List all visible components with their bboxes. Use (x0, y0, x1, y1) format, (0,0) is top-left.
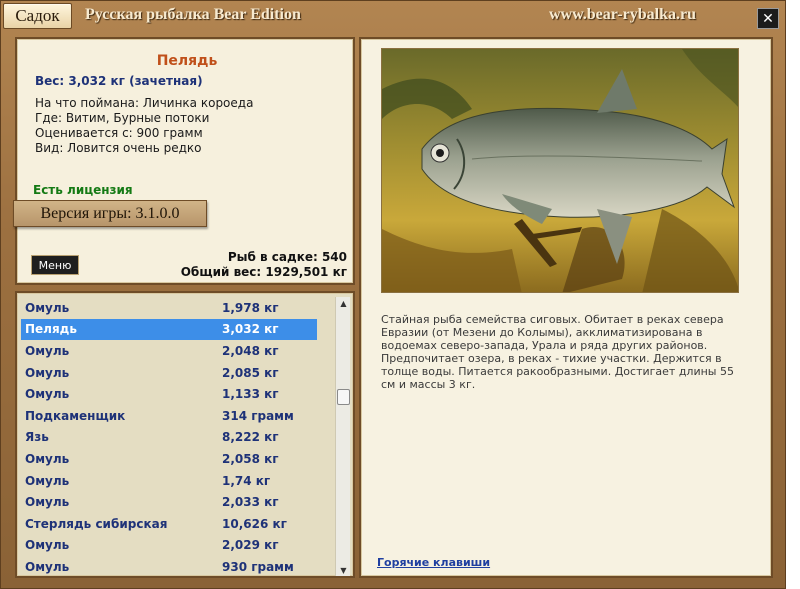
catch-fish-weight: 1,978 кг (222, 300, 279, 315)
fish-description: Стайная рыба семейства сиговых. Обитает … (381, 313, 734, 391)
menu-button[interactable]: Меню (31, 255, 79, 275)
detail-location: Где: Витим, Бурные потоки (35, 111, 210, 125)
site-url: www.bear-rybalka.ru (549, 6, 696, 23)
catch-fish-weight: 2,058 кг (222, 451, 279, 466)
catch-list-row[interactable]: Омуль 930 грамм (21, 556, 317, 576)
catch-fish-name: Подкаменщик (25, 408, 126, 423)
catch-fish-name: Омуль (25, 538, 70, 553)
catch-fish-weight: 8,222 кг (222, 430, 279, 445)
catch-list-row[interactable]: Подкаменщик 314 грамм (21, 405, 317, 427)
catch-list-panel: Омуль 1,978 кг Пелядь 3,032 кг Омуль 2,048 кг… (15, 291, 355, 578)
total-weight: Общий вес: 1929,501 кг (180, 265, 347, 279)
catch-list-row[interactable]: Омуль 2,085 кг (21, 362, 317, 384)
app-window: Садок Русская рыбалка Bear Edition www.b… (0, 0, 786, 589)
fish-details: На что поймана: Личинка короеда Где: Вит… (35, 96, 253, 156)
scroll-thumb[interactable] (337, 389, 350, 405)
keepnet-stats: Рыб в садке: 540 Общий вес: 1929,501 кг (181, 250, 347, 280)
catch-fish-weight: 2,033 кг (222, 495, 279, 510)
catch-fish-weight: 10,626 кг (222, 516, 287, 531)
catch-fish-name: Омуль (25, 365, 70, 380)
catch-list-row[interactable]: Омуль 2,058 кг (21, 448, 317, 470)
catch-list-row[interactable]: Омуль 1,74 кг (21, 470, 317, 492)
title-bar: Садок Русская рыбалка Bear Edition www.b… (1, 1, 787, 33)
catch-list-row[interactable]: Язь 8,222 кг (21, 427, 317, 449)
catch-fish-name: Язь (25, 430, 49, 445)
catch-fish-name: Омуль (25, 451, 70, 466)
catch-fish-name: Омуль (25, 300, 70, 315)
catch-fish-name: Омуль (25, 343, 70, 358)
catch-fish-weight: 3,032 кг (222, 322, 279, 337)
catch-list-row[interactable]: Пелядь 3,032 кг (21, 318, 317, 341)
catch-list-row[interactable]: Стерлядь сибирская 10,626 кг (21, 513, 317, 535)
catch-list-row[interactable]: Омуль 1,133 кг (21, 383, 317, 405)
fish-info-panel: Пелядь Вес: 3,032 кг (зачетная) На что п… (13, 37, 355, 285)
sadok-button[interactable]: Садок (3, 3, 72, 29)
fish-count: Рыб в садке: 540 (227, 250, 347, 264)
hotkeys-link[interactable]: Горячие клавиши (377, 556, 490, 569)
close-icon: ✕ (762, 10, 774, 27)
catch-list-row[interactable]: Омуль 2,029 кг (21, 535, 317, 557)
catch-fish-name: Омуль (25, 387, 70, 402)
fish-description-panel: Стайная рыба семейства сиговых. Обитает … (359, 37, 773, 578)
catch-fish-name: Пелядь (25, 322, 77, 337)
catch-fish-name: Омуль (25, 559, 70, 574)
detail-rarity: Вид: Ловится очень редко (35, 141, 202, 155)
detail-bait: На что поймана: Личинка короеда (35, 96, 254, 110)
catch-list-row[interactable]: Омуль 2,033 кг (21, 491, 317, 513)
close-button[interactable]: ✕ (757, 8, 779, 29)
fish-image (382, 49, 738, 292)
catch-fish-name: Омуль (25, 495, 70, 510)
detail-min-weight: Оценивается с: 900 грамм (35, 126, 203, 140)
fish-name: Пелядь (156, 53, 218, 69)
catch-fish-weight: 930 грамм (222, 559, 294, 574)
catch-fish-weight: 2,029 кг (222, 538, 279, 553)
list-scrollbar[interactable]: ▲ ▼ (335, 297, 350, 576)
catch-fish-weight: 1,74 кг (222, 473, 271, 488)
scroll-down-icon[interactable]: ▼ (336, 564, 351, 576)
catch-fish-name: Стерлядь сибирская (25, 516, 168, 531)
catch-list-row[interactable]: Омуль 1,978 кг (21, 297, 317, 319)
app-title: Русская рыбалка Bear Edition (85, 6, 301, 23)
catch-list-row[interactable]: Омуль 2,048 кг (21, 340, 317, 362)
license-status: Есть лицензия (33, 183, 133, 197)
catch-list: Омуль 1,978 кг Пелядь 3,032 кг Омуль 2,048 кг… (21, 297, 335, 576)
scroll-up-icon[interactable]: ▲ (336, 297, 351, 309)
catch-fish-name: Омуль (25, 473, 70, 488)
catch-fish-weight: 2,048 кг (222, 343, 279, 358)
catch-fish-weight: 1,133 кг (222, 387, 279, 402)
version-label: Версия игры: 3.1.0.0 (13, 200, 207, 227)
fish-photo (381, 48, 739, 293)
catch-fish-weight: 314 грамм (222, 408, 294, 423)
catch-fish-weight: 2,085 кг (222, 365, 279, 380)
fish-weight: Вес: 3,032 кг (зачетная) (35, 74, 203, 88)
